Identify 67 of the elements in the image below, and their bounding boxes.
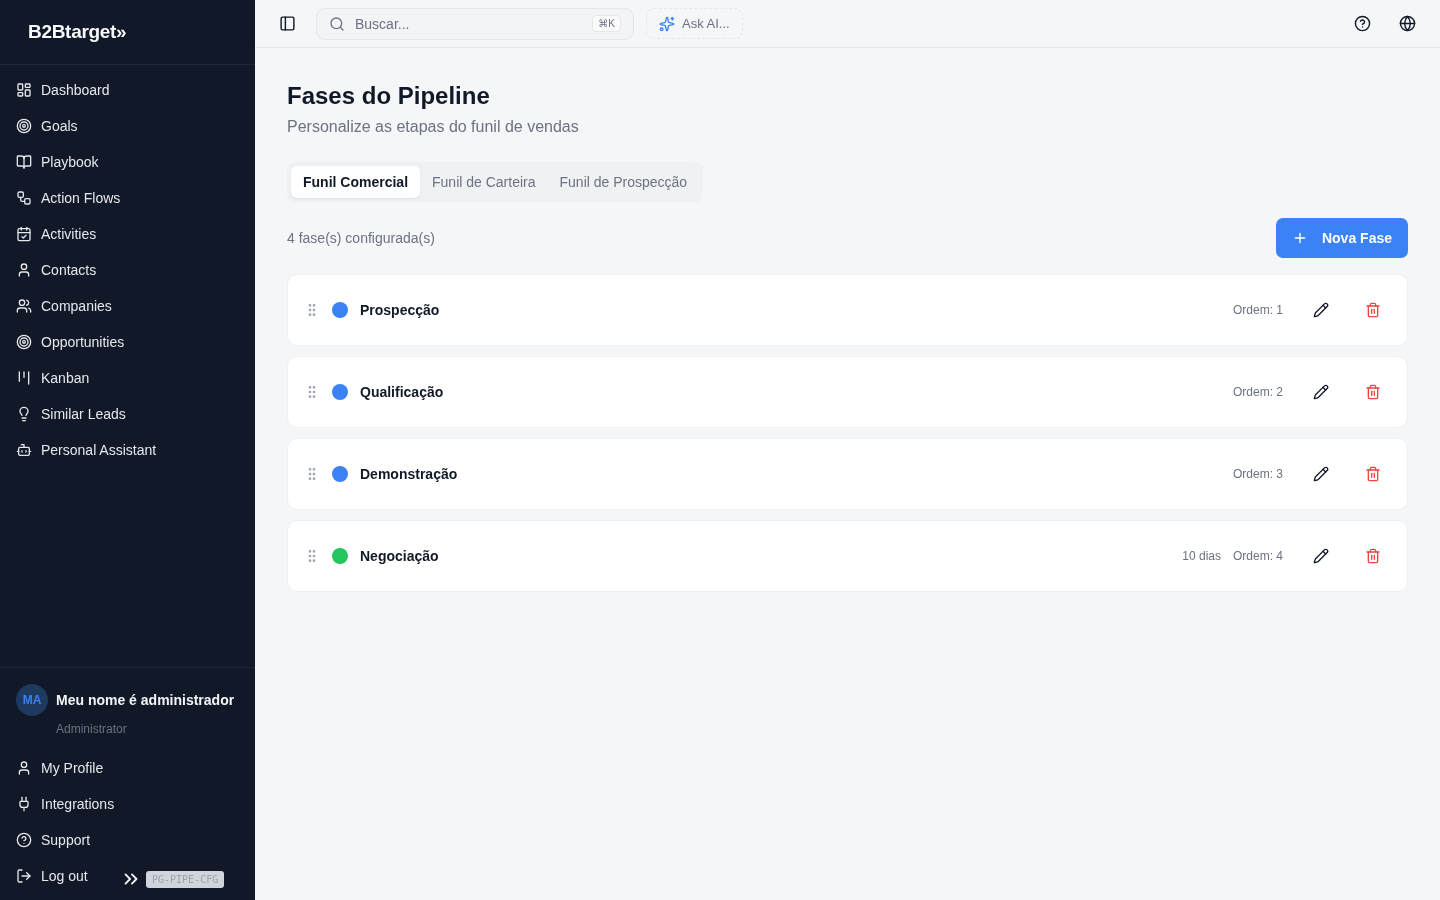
- dashboard-icon: [16, 82, 32, 98]
- nav-item[interactable]: Action Flows: [0, 180, 137, 216]
- nav-item[interactable]: Support: [0, 822, 107, 858]
- phase-name: Demonstração: [360, 466, 458, 482]
- globe-icon: [1399, 15, 1416, 32]
- logo[interactable]: B2Btarget»: [28, 21, 127, 43]
- calendar-icon: [16, 226, 32, 242]
- nav-item[interactable]: Contacts: [0, 252, 113, 288]
- nav-item[interactable]: Playbook: [0, 144, 115, 180]
- nav-item[interactable]: Activities: [0, 216, 113, 252]
- target-icon: [16, 118, 32, 134]
- pencil-icon: [1313, 384, 1329, 400]
- nav-item[interactable]: Log out: [0, 858, 104, 894]
- search-icon: [329, 15, 345, 32]
- plug-icon: [16, 796, 32, 812]
- shortcut-hint: ⌘K: [592, 15, 621, 32]
- phase-order: Ordem: 3: [1233, 467, 1283, 481]
- tab[interactable]: Funil de Prospecção: [547, 166, 700, 198]
- user-role: Administrator: [55, 722, 128, 736]
- book-icon: [16, 154, 32, 170]
- target-icon: [16, 334, 32, 350]
- tab[interactable]: Funil Comercial: [291, 166, 421, 198]
- phase-name: Prospecção: [360, 302, 440, 318]
- workflow-icon: [16, 190, 32, 206]
- phase-name: Qualificação: [360, 384, 444, 400]
- nav-item[interactable]: Integrations: [0, 786, 131, 822]
- trash-icon: [1365, 302, 1381, 318]
- nav-item[interactable]: Goals: [0, 108, 94, 144]
- user-icon: [16, 262, 32, 278]
- avatar: MA: [16, 684, 48, 716]
- tab[interactable]: Funil de Carteira: [420, 166, 548, 198]
- search-field[interactable]: Buscar... ⌘K: [316, 7, 634, 40]
- pencil-icon: [1313, 466, 1329, 482]
- lightbulb-icon: [16, 406, 32, 422]
- trash-icon: [1365, 384, 1381, 400]
- phase-order: Ordem: 2: [1233, 385, 1283, 399]
- nav-item[interactable]: Kanban: [0, 360, 106, 396]
- nav-item[interactable]: My Profile: [0, 750, 120, 786]
- trash-icon: [1365, 466, 1381, 482]
- phase-count: 4 fase(s) configurada(s): [287, 230, 435, 246]
- users-icon: [16, 298, 32, 314]
- user-name: Meu nome é administrador: [56, 692, 235, 708]
- sidebar-panel-icon: [279, 15, 296, 32]
- nav-item[interactable]: Companies: [0, 288, 128, 324]
- pencil-icon: [1313, 302, 1329, 318]
- help-icon: [1354, 15, 1371, 32]
- sparkles-icon: [659, 15, 675, 32]
- new-phase-button[interactable]: Nova Fase: [1275, 218, 1408, 258]
- page-title: Fases do Pipeline: [287, 82, 491, 110]
- user-icon: [16, 760, 32, 776]
- ask-ai-button[interactable]: Ask AI...: [646, 8, 743, 39]
- help-icon: [16, 832, 32, 848]
- robot-icon: [16, 442, 32, 458]
- search-input[interactable]: Buscar...: [353, 14, 585, 33]
- pencil-icon: [1313, 548, 1329, 564]
- logout-icon: [16, 868, 32, 884]
- phase-duration: 10 dias: [1182, 549, 1221, 563]
- nav-item[interactable]: Personal Assistant: [0, 432, 173, 468]
- kanban-icon: [16, 370, 32, 386]
- nav-item[interactable]: Opportunities: [0, 324, 141, 360]
- phase-order: Ordem: 1: [1233, 303, 1283, 317]
- phase-name: Negociação: [360, 548, 439, 564]
- nav-item[interactable]: Dashboard: [0, 72, 126, 108]
- trash-icon: [1365, 548, 1381, 564]
- page-subtitle: Personalize as etapas do funil de vendas: [287, 118, 580, 136]
- phase-order: Ordem: 4: [1233, 549, 1283, 563]
- nav-item[interactable]: Similar Leads: [0, 396, 142, 432]
